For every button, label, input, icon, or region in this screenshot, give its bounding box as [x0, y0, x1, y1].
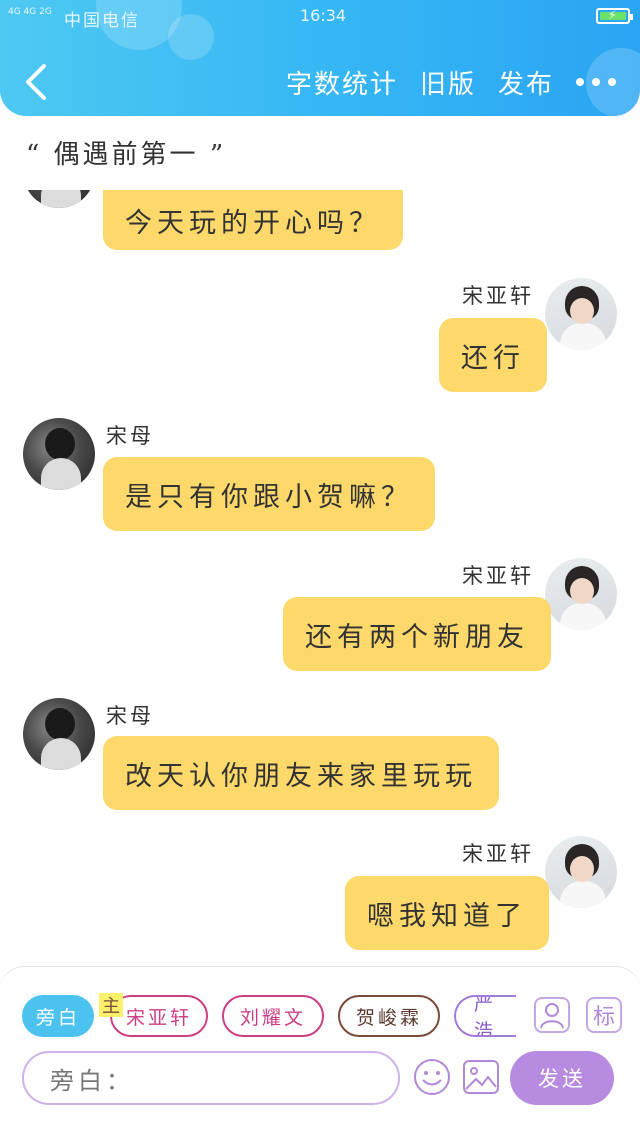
avatar-song-yaxuan[interactable]	[545, 278, 617, 350]
publish-button[interactable]: 发布	[498, 64, 554, 101]
status-bar: 4G 4G 2G 中国电信 16:34 ⚡	[0, 6, 640, 31]
message-bubble[interactable]: 还有两个新朋友	[283, 597, 551, 671]
send-button[interactable]: 发送	[510, 1051, 614, 1105]
smile-icon[interactable]	[412, 1057, 452, 1097]
chevron-left-icon	[26, 64, 46, 100]
more-horizontal-icon[interactable]	[576, 72, 616, 92]
speaker-name: 宋亚轩	[462, 564, 534, 588]
composer-panel: 旁白 宋亚轩 主 刘耀文 贺峻霖 严浩 标 旁白： 发送	[0, 966, 640, 1138]
word-count-button[interactable]: 字数统计	[286, 64, 398, 101]
top-bar: 4G 4G 2G 中国电信 16:34 ⚡ 字数统计 旧版 发布	[0, 0, 640, 116]
header-actions: 字数统计 旧版 发布	[286, 62, 640, 102]
speaker-name: 宋亚轩	[462, 284, 534, 308]
main-character-badge: 主	[99, 993, 123, 1017]
role-chip-liu-yaowen[interactable]: 刘耀文	[222, 995, 324, 1037]
avatar-song-yaxuan[interactable]	[545, 836, 617, 908]
message-bubble[interactable]: 嗯我知道了	[345, 876, 549, 950]
message-bubble[interactable]: 是只有你跟小贺嘛？	[103, 457, 435, 531]
carrier-name: 中国电信	[64, 11, 140, 31]
speaker-name: 宋亚轩	[462, 842, 534, 866]
role-chip-song-yaxuan[interactable]: 宋亚轩	[110, 995, 208, 1037]
role-chip-he-junlin[interactable]: 贺峻霖	[338, 995, 440, 1037]
network-indicator: 4G 4G 2G	[8, 7, 52, 17]
avatar-song-yaxuan[interactable]	[545, 558, 617, 630]
back-button[interactable]	[18, 60, 52, 104]
role-chip-narrator[interactable]: 旁白	[22, 995, 94, 1037]
story-title: “ 偶遇前第一 ”	[26, 140, 227, 170]
tag-button[interactable]: 标	[586, 997, 622, 1033]
speaker-name: 宋母	[106, 424, 154, 448]
role-chip-yan-hao[interactable]: 严浩	[454, 995, 516, 1037]
speaker-name: 宋母	[106, 704, 154, 728]
chat-area[interactable]: 今天玩的开心吗？ 宋亚轩 还行 宋母 是只有你跟小贺嘛？ 宋亚轩 还有两个新朋友…	[0, 190, 640, 965]
person-icon[interactable]	[534, 997, 570, 1033]
message-bubble[interactable]: 改天认你朋友来家里玩玩	[103, 736, 499, 810]
avatar-song-mother[interactable]	[23, 698, 95, 770]
battery-charging-icon: ⚡	[596, 8, 633, 24]
message-bubble[interactable]: 还行	[439, 318, 547, 392]
avatar-song-mother[interactable]	[23, 418, 95, 490]
image-icon[interactable]	[462, 1059, 500, 1095]
message-bubble[interactable]: 今天玩的开心吗？	[103, 190, 403, 250]
message-input[interactable]: 旁白：	[22, 1051, 400, 1105]
avatar-song-mother[interactable]	[23, 190, 95, 208]
clock: 16:34	[300, 6, 347, 25]
old-version-button[interactable]: 旧版	[420, 64, 476, 101]
